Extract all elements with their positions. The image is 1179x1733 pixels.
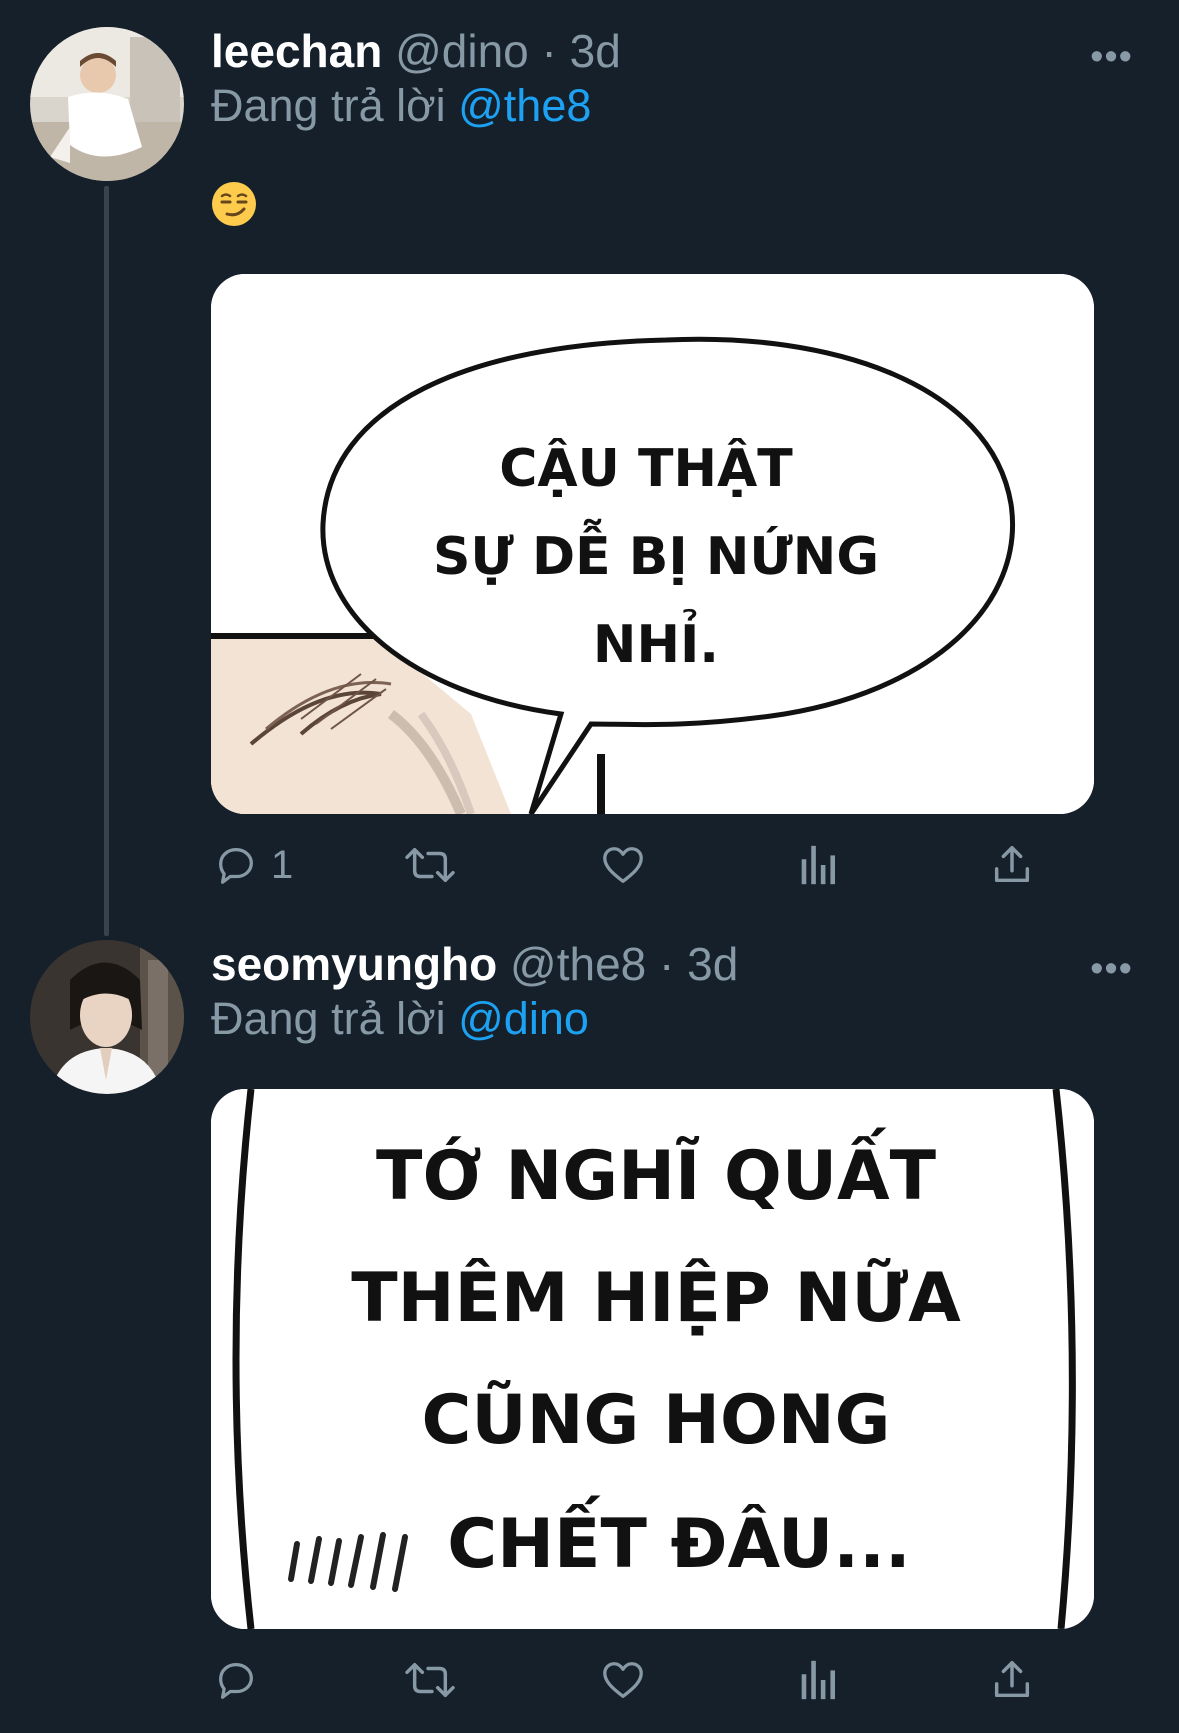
media-caption-line: CHẾT ĐÂU... xyxy=(447,1495,911,1584)
like-button[interactable] xyxy=(599,1650,659,1710)
reply-count: 1 xyxy=(271,842,294,887)
analytics-icon xyxy=(801,845,836,885)
user-handle[interactable]: @dino xyxy=(395,25,529,77)
media-caption-line: CŨNG HONG xyxy=(422,1380,891,1460)
reply-button[interactable]: 1 xyxy=(213,835,293,895)
analytics-icon xyxy=(801,1660,836,1700)
avatar[interactable] xyxy=(30,940,184,1094)
media-caption-line: SỰ DỄ BỊ NỨNG xyxy=(433,519,879,587)
analytics-button[interactable] xyxy=(797,1650,837,1710)
replying-to: Đang trả lời @dino xyxy=(211,991,589,1047)
share-icon xyxy=(994,1661,1030,1698)
media-caption-line: NHỈ. xyxy=(593,609,719,675)
more-icon[interactable]: ••• xyxy=(1090,948,1133,991)
mention-link[interactable]: @dino xyxy=(458,993,589,1044)
separator-dot: · xyxy=(659,938,675,990)
replying-to-label: Đang trả lời xyxy=(211,993,446,1044)
more-icon[interactable]: ••• xyxy=(1090,36,1133,79)
timestamp[interactable]: 3d xyxy=(570,25,621,77)
like-icon xyxy=(603,847,643,883)
reply-icon xyxy=(219,1663,253,1699)
tweet-header: leechan @dino · 3d xyxy=(211,23,621,79)
media-caption-line: TỚ NGHĨ QUẤT xyxy=(376,1127,937,1216)
smirking-face-icon xyxy=(212,182,256,226)
share-button[interactable] xyxy=(989,835,1035,895)
retweet-button[interactable] xyxy=(403,1650,469,1710)
separator-dot: · xyxy=(541,25,557,77)
reply-button[interactable] xyxy=(213,1650,271,1710)
tweet-media-image[interactable]: TỚ NGHĨ QUẤT THÊM HIỆP NỮA CŨNG HONG CHẾ… xyxy=(211,1089,1094,1629)
tweet-actions: 1 xyxy=(211,835,1071,895)
replying-to-label: Đang trả lời xyxy=(211,80,446,131)
media-caption-line: CẬU THẬT xyxy=(499,438,793,499)
user-handle[interactable]: @the8 xyxy=(510,938,646,990)
tweet-actions xyxy=(211,1650,1071,1710)
thread-connector-line xyxy=(104,186,109,936)
display-name[interactable]: seomyungho xyxy=(211,938,497,990)
reply-icon xyxy=(219,848,253,884)
replying-to: Đang trả lời @the8 xyxy=(211,78,591,134)
media-caption-line: THÊM HIỆP NỮA xyxy=(351,1257,961,1338)
timestamp[interactable]: 3d xyxy=(687,938,738,990)
tweet-media-image[interactable]: CẬU THẬT SỰ DỄ BỊ NỨNG NHỈ. xyxy=(211,274,1094,814)
share-icon xyxy=(994,846,1030,883)
like-button[interactable] xyxy=(599,835,659,895)
share-button[interactable] xyxy=(989,1650,1035,1710)
avatar[interactable] xyxy=(30,27,184,181)
retweet-icon xyxy=(405,1662,455,1698)
mention-link[interactable]: @the8 xyxy=(458,80,591,131)
retweet-button[interactable] xyxy=(403,835,469,895)
display-name[interactable]: leechan xyxy=(211,25,382,77)
retweet-icon xyxy=(405,847,455,883)
analytics-button[interactable] xyxy=(797,835,837,895)
like-icon xyxy=(603,1662,643,1698)
tweet-header: seomyungho @the8 · 3d xyxy=(211,936,738,992)
